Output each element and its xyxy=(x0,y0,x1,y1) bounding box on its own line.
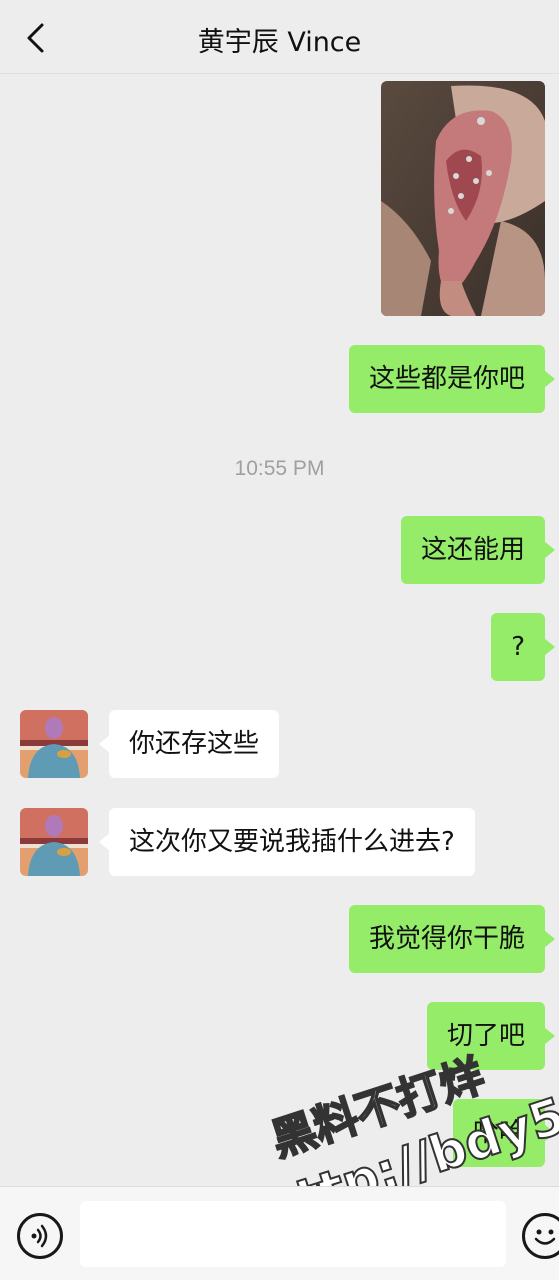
chat-title: 黄宇辰 Vince xyxy=(197,27,362,58)
contact-avatar[interactable] xyxy=(20,710,88,778)
incoming-message[interactable]: 你还存这些 xyxy=(98,710,280,778)
outgoing-message[interactable]: 切了吧 xyxy=(426,1002,556,1070)
outgoing-message[interactable]: 这还能用 xyxy=(400,516,556,584)
contact-avatar[interactable] xyxy=(20,808,88,876)
outgoing-message[interactable]: 这些都是你吧 xyxy=(348,345,556,413)
outgoing-message[interactable]: 哈哈 xyxy=(452,1099,556,1167)
voice-icon xyxy=(31,1224,48,1248)
image-message[interactable] xyxy=(381,81,545,316)
incoming-message[interactable]: 这次你又要说我插什么进去? xyxy=(99,808,475,876)
emoji-button[interactable] xyxy=(522,1213,559,1259)
input-bar xyxy=(0,1186,559,1280)
outgoing-message[interactable]: 我觉得你干脆 xyxy=(348,905,556,973)
voice-button[interactable] xyxy=(17,1213,63,1259)
message-timestamp: 10:55 PM xyxy=(234,457,325,480)
outgoing-message[interactable]: ? xyxy=(491,613,555,681)
chat-header: 黄宇辰 Vince xyxy=(0,0,559,74)
emoji-icon xyxy=(534,1229,556,1245)
message-input[interactable] xyxy=(80,1201,506,1267)
